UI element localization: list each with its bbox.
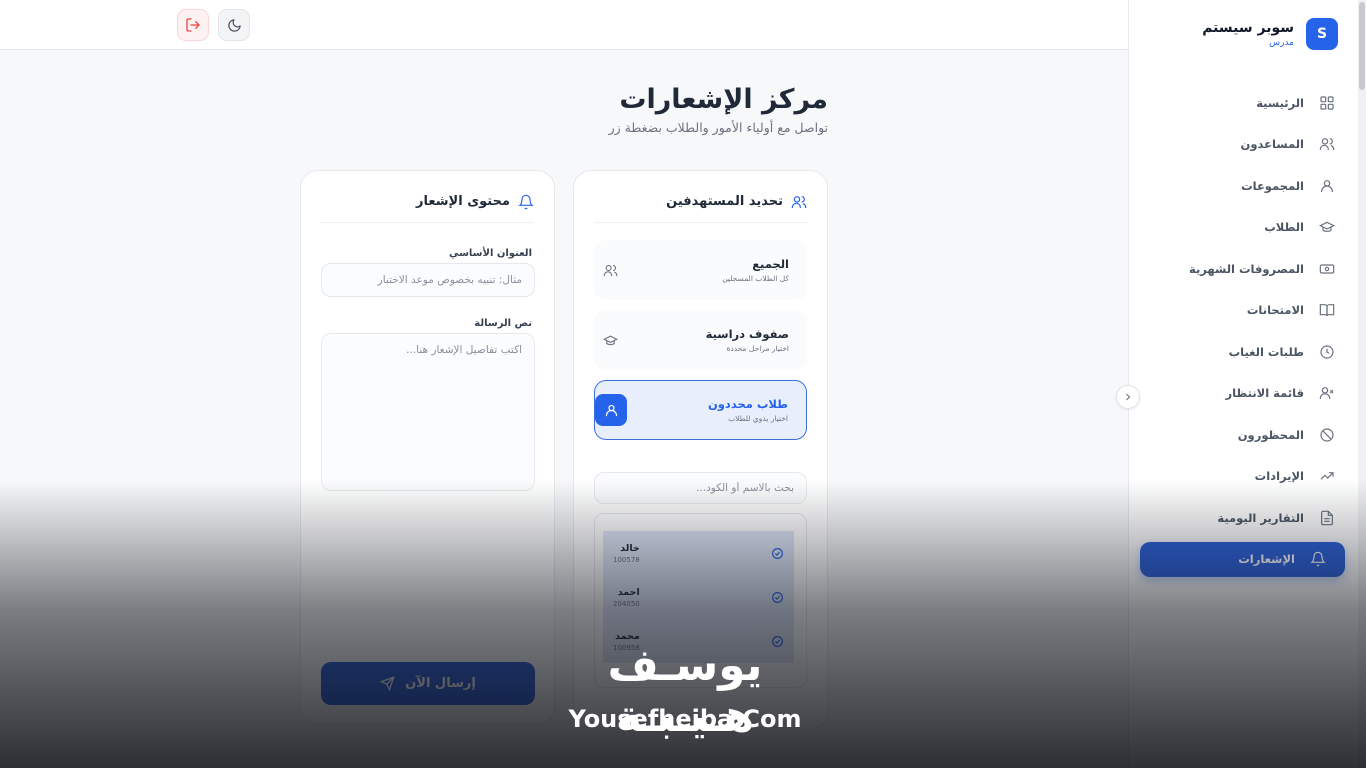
graduation-cap-icon xyxy=(1318,218,1336,236)
content-card-title: محتوى الإشعار xyxy=(416,194,510,209)
sidebar-scrollbar[interactable] xyxy=(1358,0,1366,768)
sidebar-item-label: المساعدون xyxy=(1240,137,1304,152)
watermark-english: Yousefheiba.Com xyxy=(568,705,802,733)
sidebar-item-absence-requests[interactable]: طلبات الغياب xyxy=(1128,331,1366,373)
sidebar-collapse-button[interactable] xyxy=(1116,385,1140,409)
sidebar-nav: الرئيسية المساعدون المجموعات الطلاب المص… xyxy=(1128,82,1366,580)
target-option-title: طلاب محددون xyxy=(707,397,788,411)
sidebar-item-home[interactable]: الرئيسية xyxy=(1128,82,1366,124)
check-circle-icon[interactable] xyxy=(771,547,784,560)
send-now-button[interactable]: إرسال الآن xyxy=(321,662,535,705)
sidebar-item-label: المجموعات xyxy=(1241,178,1304,193)
logout-button[interactable] xyxy=(177,9,209,41)
sidebar-item-label: الرئيسية xyxy=(1256,95,1304,110)
sidebar: S سوبر سيستم مدرس الرئيسية المساعدون الم… xyxy=(1128,0,1366,768)
users-icon xyxy=(791,194,807,210)
chevron-right-icon xyxy=(1122,391,1134,403)
book-icon xyxy=(1318,301,1336,319)
targets-card-title: تحديد المستهدفين xyxy=(666,194,783,209)
notification-title-input[interactable] xyxy=(321,263,535,297)
sidebar-item-label: الامتحانات xyxy=(1246,303,1304,318)
sidebar-item-exams[interactable]: الامتحانات xyxy=(1128,290,1366,332)
logout-icon xyxy=(185,17,201,33)
sidebar-item-banned[interactable]: المحظورون xyxy=(1128,414,1366,456)
check-circle-icon[interactable] xyxy=(771,591,784,604)
page-title: مركز الإشعارات xyxy=(619,84,828,115)
target-option-grades[interactable]: صفوف دراسية اختيار مراحل محددة xyxy=(594,310,807,370)
target-option-title: صفوف دراسية xyxy=(705,327,789,341)
sidebar-item-label: قائمة الانتظار xyxy=(1225,386,1304,401)
user-icon xyxy=(595,394,627,426)
student-name: خالد xyxy=(620,542,640,554)
page-subtitle: تواصل مع أولياء الأمور والطلاب بضغطة زر xyxy=(608,120,828,135)
student-row[interactable]: خالد 100578 xyxy=(603,531,794,575)
brand: S سوبر سيستم مدرس xyxy=(1202,18,1338,50)
student-code: 204050 xyxy=(613,599,640,608)
sidebar-item-revenue[interactable]: الإيرادات xyxy=(1128,456,1366,498)
users-icon xyxy=(594,254,626,286)
send-icon xyxy=(380,676,395,691)
theme-toggle-button[interactable] xyxy=(218,9,250,41)
users-icon xyxy=(1318,135,1336,153)
file-text-icon xyxy=(1318,509,1336,527)
money-icon xyxy=(1318,260,1336,278)
student-row[interactable]: احمد 204050 xyxy=(603,575,794,619)
target-option-desc: اختيار يدوي للطلاب xyxy=(728,414,788,423)
bell-icon xyxy=(518,194,534,210)
target-option-desc: كل الطلاب المسجلين xyxy=(722,274,789,283)
target-option-title: الجميع xyxy=(752,257,789,271)
brand-name: سوبر سيستم xyxy=(1202,20,1294,36)
content-card-header: محتوى الإشعار xyxy=(321,189,534,223)
sidebar-item-notifications[interactable]: الإشعارات xyxy=(1140,541,1345,577)
notification-message-input[interactable] xyxy=(321,333,535,491)
sidebar-item-students[interactable]: الطلاب xyxy=(1128,207,1366,249)
target-option-specific-students[interactable]: طلاب محددون اختيار يدوي للطلاب xyxy=(594,380,807,440)
target-option-desc: اختيار مراحل محددة xyxy=(726,344,789,353)
sidebar-item-waiting-list[interactable]: قائمة الانتظار xyxy=(1128,373,1366,415)
sidebar-item-label: التقارير اليومية xyxy=(1217,510,1304,525)
moon-icon xyxy=(227,18,242,33)
sidebar-item-label: طلبات الغياب xyxy=(1228,344,1304,359)
sidebar-item-daily-reports[interactable]: التقارير اليومية xyxy=(1128,497,1366,539)
student-search-input[interactable] xyxy=(594,472,807,504)
targets-card-header: تحديد المستهدفين xyxy=(594,189,807,223)
scrollbar-thumb[interactable] xyxy=(1359,2,1365,90)
student-code: 100578 xyxy=(613,555,640,564)
bell-icon xyxy=(1309,550,1327,568)
sidebar-item-label: المحظورون xyxy=(1237,427,1304,442)
sidebar-item-assistants[interactable]: المساعدون xyxy=(1128,124,1366,166)
brand-logo: S xyxy=(1306,18,1338,50)
graduation-cap-icon xyxy=(594,324,626,356)
send-button-label: إرسال الآن xyxy=(405,676,476,691)
user-x-icon xyxy=(1318,384,1336,402)
sidebar-item-label: الطلاب xyxy=(1264,220,1304,235)
ban-icon xyxy=(1318,426,1336,444)
student-code-partial: 100578 xyxy=(737,514,764,516)
title-field-label: العنوان الأساسي xyxy=(448,248,532,259)
brand-role: مدرس xyxy=(1269,38,1294,48)
sidebar-item-label: الإيرادات xyxy=(1254,469,1304,484)
clock-icon xyxy=(1318,343,1336,361)
message-field-label: نص الرسالة xyxy=(474,318,532,329)
top-bar xyxy=(0,0,1128,50)
sidebar-item-groups[interactable]: المجموعات xyxy=(1128,165,1366,207)
target-option-all[interactable]: الجميع كل الطلاب المسجلين xyxy=(594,240,807,300)
dashboard-icon xyxy=(1318,94,1336,112)
sidebar-item-label: الإشعارات xyxy=(1238,552,1295,566)
student-name: احمد xyxy=(617,586,640,598)
notification-content-card: محتوى الإشعار العنوان الأساسي نص الرسالة… xyxy=(300,170,555,725)
trending-up-icon xyxy=(1318,467,1336,485)
sidebar-item-label: المصروفات الشهرية xyxy=(1188,261,1304,276)
user-group-icon xyxy=(1318,177,1336,195)
sidebar-item-monthly-expenses[interactable]: المصروفات الشهرية xyxy=(1128,248,1366,290)
